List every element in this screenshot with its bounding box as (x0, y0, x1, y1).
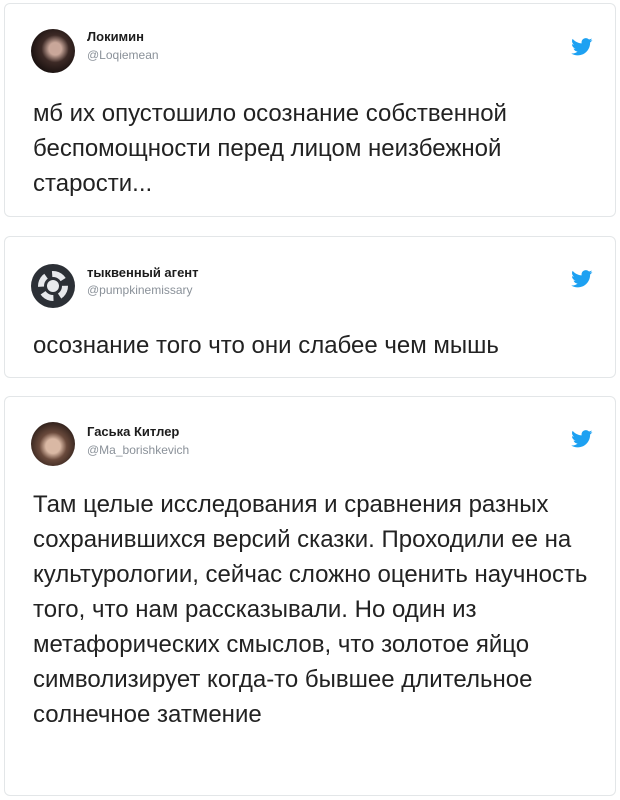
display-name[interactable]: тыквенный агент (87, 265, 199, 280)
avatar[interactable] (31, 29, 75, 73)
twitter-bird-icon[interactable] (571, 38, 593, 56)
twitter-bird-icon[interactable] (571, 430, 593, 448)
user-handle[interactable]: @pumpkinemissary (87, 283, 193, 297)
tweet-card: Локимин @Loqiemean мб их опустошило осоз… (4, 3, 616, 217)
avatar[interactable] (31, 422, 75, 466)
user-handle[interactable]: @Ma_borishkevich (87, 443, 189, 457)
tweet-text: мб их опустошило осознание собственной б… (33, 100, 507, 197)
user-handle[interactable]: @Loqiemean (87, 48, 159, 62)
tweet-card: тыквенный агент @pumpkinemissary осознан… (4, 236, 616, 378)
gear-hub (47, 280, 59, 292)
tweet-text: Там целые исследования и сравнения разны… (33, 491, 588, 728)
twitter-bird-icon[interactable] (571, 270, 593, 288)
display-name[interactable]: Гаська Китлер (87, 424, 179, 439)
display-name[interactable]: Локимин (87, 29, 144, 44)
tweet-text: осознание того что они слабее чем мышь (33, 332, 499, 359)
avatar[interactable] (31, 264, 75, 308)
tweet-card: Гаська Китлер @Ma_borishkevich Там целые… (4, 396, 616, 796)
